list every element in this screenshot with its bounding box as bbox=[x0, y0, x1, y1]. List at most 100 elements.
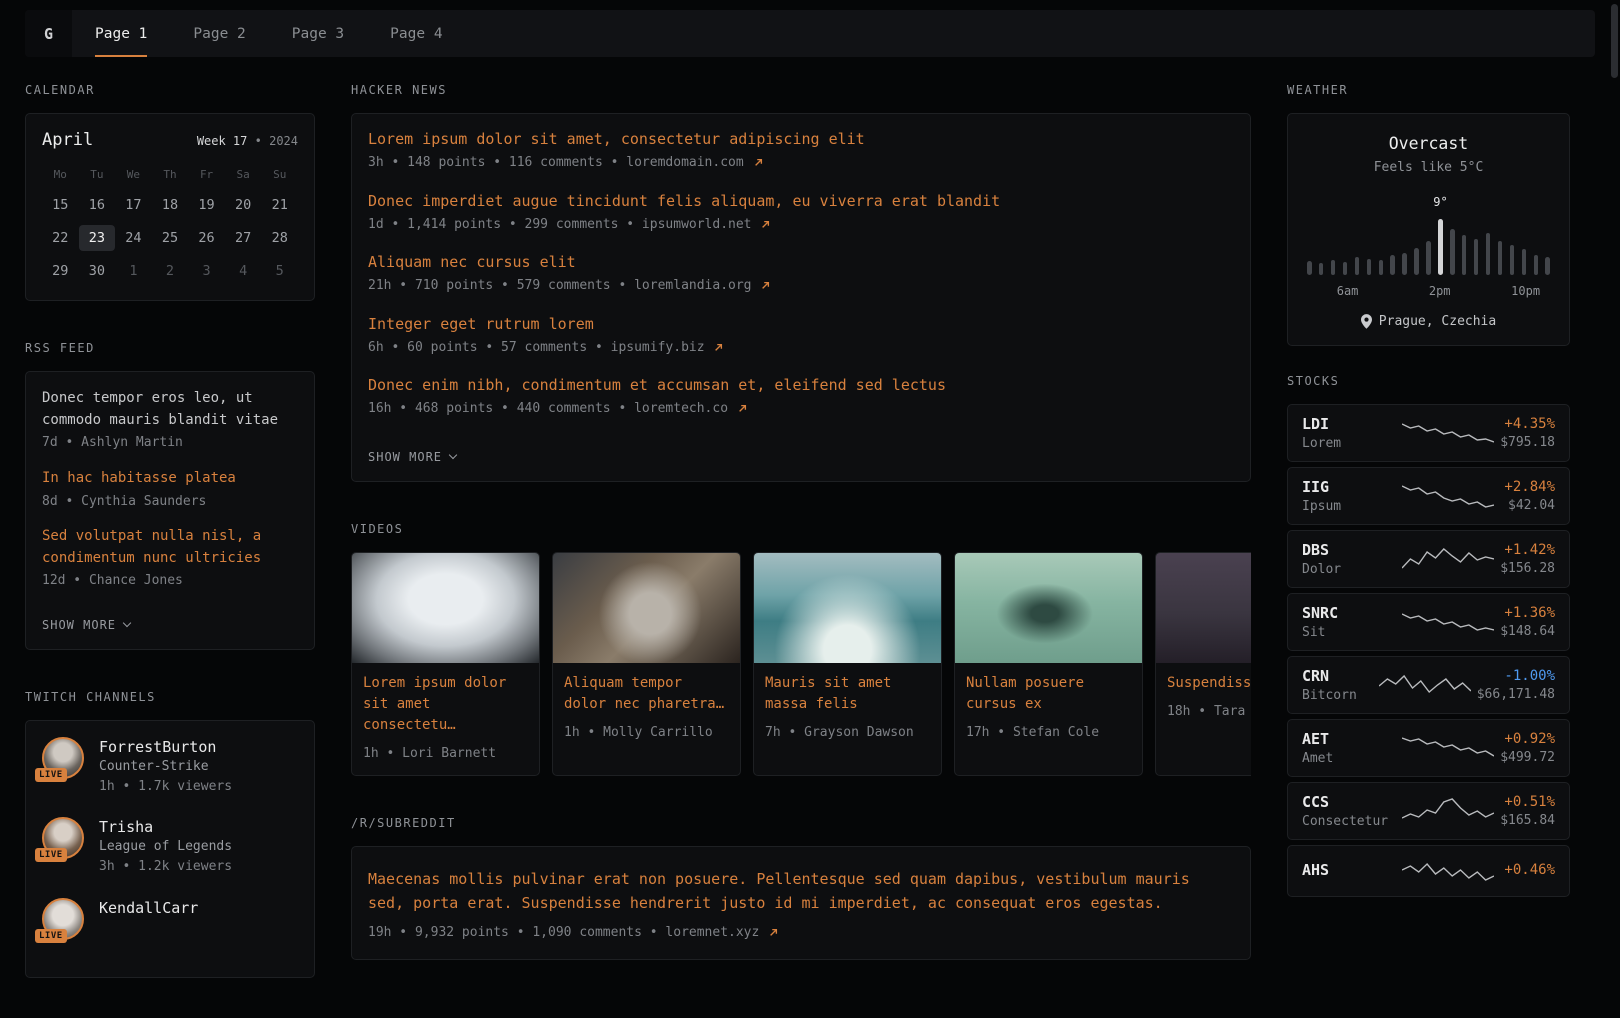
video-link[interactable]: Aliquam tempor dolor nec pharetra… bbox=[564, 673, 729, 715]
hackernews-link[interactable]: Aliquam nec cursus elit bbox=[368, 253, 1234, 271]
weather-bar bbox=[1414, 248, 1419, 275]
external-link-icon bbox=[761, 220, 770, 229]
video-meta: 18h • Tara bbox=[1167, 702, 1251, 722]
stock-price: $795.18 bbox=[1500, 435, 1555, 450]
weather-bar bbox=[1462, 235, 1467, 275]
channel-name-link[interactable]: Trisha bbox=[99, 818, 232, 836]
calendar-weekday: Sa bbox=[225, 164, 262, 185]
weather-bar bbox=[1498, 241, 1503, 275]
rss-link[interactable]: Donec tempor eros leo, ut commodo mauris… bbox=[42, 388, 298, 431]
stock-ticker: IIG bbox=[1302, 478, 1396, 496]
video-link[interactable]: Mauris sit amet massa felis bbox=[765, 673, 930, 715]
stock-values: +2.84%$42.04 bbox=[1500, 479, 1555, 513]
stock-ticker: DBS bbox=[1302, 541, 1396, 559]
stock-name: Amet bbox=[1302, 751, 1396, 766]
rss-link[interactable]: In hac habitasse platea bbox=[42, 468, 298, 490]
hackernews-link[interactable]: Donec enim nibh, condimentum et accumsan… bbox=[368, 376, 1234, 394]
rss-list: Donec tempor eros leo, ut commodo mauris… bbox=[42, 388, 298, 591]
logo[interactable]: G bbox=[25, 10, 72, 57]
subreddit-section: /R/SUBREDDIT Maecenas mollis pulvinar er… bbox=[351, 816, 1251, 960]
external-link-icon bbox=[761, 281, 770, 290]
stock-sparkline bbox=[1402, 733, 1494, 763]
subreddit-heading: /R/SUBREDDIT bbox=[351, 816, 1251, 830]
twitch-channel[interactable]: LIVETrishaLeague of Legends3h • 1.2k vie… bbox=[42, 817, 298, 877]
rss-heading: RSS FEED bbox=[25, 341, 315, 355]
calendar-day: 5 bbox=[261, 258, 298, 284]
weather-temp-label: 9° bbox=[1431, 195, 1451, 209]
rss-show-more-button[interactable]: SHOW MORE bbox=[42, 618, 130, 632]
rss-meta: 7d • Ashlyn Martin bbox=[42, 433, 298, 453]
weather-feels-like: Feels like 5°C bbox=[1304, 160, 1553, 175]
live-badge: LIVE bbox=[35, 929, 67, 943]
video-link[interactable]: Suspendisse diam bbox=[1167, 673, 1251, 694]
stock-info: IIGIpsum bbox=[1302, 478, 1396, 514]
weather-bar bbox=[1331, 260, 1336, 275]
twitch-channel[interactable]: LIVEForrestBurtonCounter-Strike1h • 1.7k… bbox=[42, 737, 298, 797]
videos-heading: VIDEOS bbox=[351, 522, 1251, 536]
video-card-body: Mauris sit amet massa felis 7h • Grayson … bbox=[754, 663, 941, 755]
video-meta: 7h • Grayson Dawson bbox=[765, 723, 930, 743]
rss-show-more-label: SHOW MORE bbox=[42, 618, 116, 632]
calendar-section: CALENDAR April Week 17 • 2024 MoTuWeThFr… bbox=[25, 83, 315, 301]
stock-ticker: AET bbox=[1302, 730, 1396, 748]
stock-values: +0.92%$499.72 bbox=[1500, 731, 1555, 765]
calendar-day: 22 bbox=[42, 225, 79, 251]
videos-section: VIDEOS Lorem ipsum dolor sit amet consec… bbox=[351, 522, 1251, 777]
tab-page-3[interactable]: Page 3 bbox=[269, 10, 367, 57]
video-link[interactable]: Nullam posuere cursus ex bbox=[966, 673, 1131, 715]
channel-name-link[interactable]: KendallCarr bbox=[99, 899, 198, 917]
stock-name: Sit bbox=[1302, 625, 1396, 640]
hackernews-show-more-button[interactable]: SHOW MORE bbox=[368, 450, 456, 464]
stock-sparkline bbox=[1402, 418, 1494, 448]
subreddit-post-link[interactable]: Maecenas mollis pulvinar erat non posuer… bbox=[368, 867, 1234, 915]
hackernews-widget: Lorem ipsum dolor sit amet, consectetur … bbox=[351, 113, 1251, 482]
tab-page-2[interactable]: Page 2 bbox=[170, 10, 268, 57]
weather-bar bbox=[1379, 260, 1384, 275]
video-card[interactable]: Lorem ipsum dolor sit amet consectetu…1h… bbox=[351, 552, 540, 777]
twitch-channel[interactable]: LIVEKendallCarr bbox=[42, 898, 298, 940]
weather-bar bbox=[1402, 253, 1407, 275]
calendar-day: 28 bbox=[261, 225, 298, 251]
weather-time-label: 2pm bbox=[1429, 284, 1451, 298]
video-card[interactable]: Nullam posuere cursus ex 17h • Stefan Col… bbox=[954, 552, 1143, 777]
channel-name-link[interactable]: ForrestBurton bbox=[99, 738, 232, 756]
video-card-body: Suspendisse diam 18h • Tara bbox=[1156, 663, 1251, 734]
subreddit-post-meta: 19h • 9,932 points • 1,090 comments • lo… bbox=[368, 923, 1234, 943]
calendar-day: 3 bbox=[188, 258, 225, 284]
stock-row: CRNBitcorn-1.00%$66,171.48 bbox=[1287, 656, 1570, 714]
calendar-weekday: Mo bbox=[42, 164, 79, 185]
external-link-icon bbox=[769, 928, 778, 937]
stock-sparkline bbox=[1402, 607, 1494, 637]
weather-bar bbox=[1545, 257, 1550, 275]
video-link[interactable]: Lorem ipsum dolor sit amet consectetu… bbox=[363, 673, 528, 736]
hackernews-link[interactable]: Donec imperdiet augue tincidunt felis al… bbox=[368, 192, 1234, 210]
calendar-day: 19 bbox=[188, 192, 225, 218]
video-card[interactable]: Suspendisse diam 18h • Tara bbox=[1155, 552, 1251, 777]
weather-bar bbox=[1534, 255, 1539, 275]
hackernews-meta: 3h • 148 points • 116 comments • loremdo… bbox=[368, 153, 1234, 173]
video-card[interactable]: Mauris sit amet massa felis 7h • Grayson … bbox=[753, 552, 942, 777]
hackernews-link[interactable]: Integer eget rutrum lorem bbox=[368, 315, 1234, 333]
stock-row: SNRCSit+1.36%$148.64 bbox=[1287, 593, 1570, 651]
tab-page-4[interactable]: Page 4 bbox=[367, 10, 465, 57]
video-thumbnail bbox=[1156, 553, 1251, 663]
calendar-day: 24 bbox=[115, 225, 152, 251]
stock-info: AHS bbox=[1302, 861, 1396, 882]
top-nav: G Page 1Page 2Page 3Page 4 bbox=[25, 10, 1595, 57]
calendar-day: 30 bbox=[79, 258, 116, 284]
stock-values: +1.36%$148.64 bbox=[1500, 605, 1555, 639]
hackernews-item: Donec enim nibh, condimentum et accumsan… bbox=[368, 376, 1234, 419]
calendar-day: 27 bbox=[225, 225, 262, 251]
stock-row: CCSConsectetur+0.51%$165.84 bbox=[1287, 782, 1570, 840]
hackernews-item: Integer eget rutrum lorem6h • 60 points … bbox=[368, 315, 1234, 358]
tab-page-1[interactable]: Page 1 bbox=[72, 10, 170, 57]
middle-column: HACKER NEWS Lorem ipsum dolor sit amet, … bbox=[351, 83, 1251, 1018]
hackernews-link[interactable]: Lorem ipsum dolor sit amet, consectetur … bbox=[368, 130, 1234, 148]
scrollbar[interactable] bbox=[1611, 4, 1618, 78]
video-meta: 17h • Stefan Cole bbox=[966, 723, 1131, 743]
video-card[interactable]: Aliquam tempor dolor nec pharetra…1h • M… bbox=[552, 552, 741, 777]
calendar-weekday: We bbox=[115, 164, 152, 185]
rss-link[interactable]: Sed volutpat nulla nisl, a condimentum n… bbox=[42, 526, 298, 569]
stock-sparkline bbox=[1402, 481, 1494, 511]
video-thumbnail bbox=[553, 553, 740, 663]
